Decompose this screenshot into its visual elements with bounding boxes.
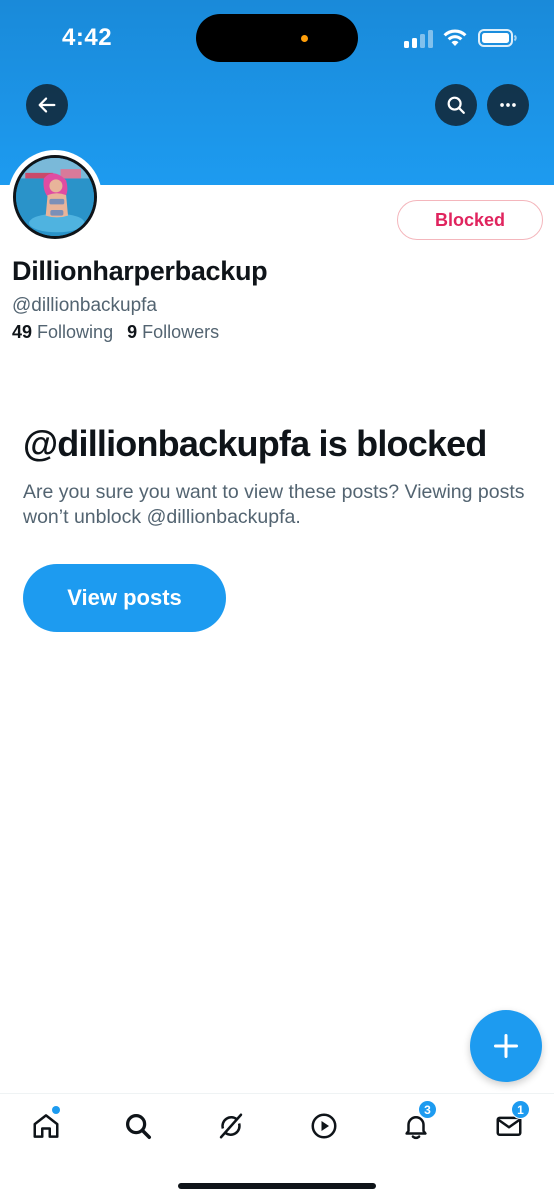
- home-notification-dot: [52, 1106, 60, 1114]
- home-indicator[interactable]: [178, 1183, 376, 1189]
- blocked-button[interactable]: Blocked: [397, 200, 543, 240]
- battery-icon: [478, 28, 518, 48]
- tab-home[interactable]: [26, 1106, 66, 1146]
- more-horizontal-icon: [500, 103, 516, 107]
- plus-icon: [493, 1033, 519, 1059]
- grok-icon: [219, 1113, 243, 1139]
- avatar[interactable]: [8, 150, 102, 244]
- following-link[interactable]: 49 Following: [12, 322, 113, 342]
- tab-video[interactable]: [304, 1106, 344, 1146]
- privacy-indicator-dot: [301, 35, 308, 42]
- tab-messages[interactable]: 1: [489, 1100, 530, 1146]
- followers-label: Followers: [142, 322, 220, 342]
- view-posts-button[interactable]: View posts: [23, 564, 226, 632]
- tab-grok[interactable]: [211, 1106, 251, 1146]
- more-options-button[interactable]: [487, 84, 529, 126]
- cellular-signal-icon: [404, 30, 434, 48]
- messages-badge: 1: [511, 1100, 530, 1119]
- following-count: 49: [12, 322, 33, 342]
- wifi-icon: [442, 26, 468, 48]
- blocked-title: @dillionbackupfa is blocked: [23, 423, 487, 464]
- arrow-left-icon: [38, 97, 56, 113]
- video-play-icon: [311, 1113, 337, 1139]
- followers-count: 9: [127, 322, 138, 342]
- status-time: 4:42: [62, 24, 113, 51]
- avatar-image: [13, 155, 97, 239]
- blocked-description: Are you sure you want to view these post…: [23, 481, 525, 528]
- profile-handle: @dillionbackupfa: [12, 295, 157, 316]
- followers-link[interactable]: 9 Followers: [127, 322, 219, 342]
- dynamic-island: [196, 14, 358, 62]
- compose-button[interactable]: [470, 1010, 542, 1082]
- tab-notifications[interactable]: 3: [396, 1100, 437, 1146]
- following-label: Following: [37, 322, 114, 342]
- follow-stats: 49 Following 9 Followers: [12, 322, 219, 343]
- search-icon: [447, 96, 465, 114]
- search-button[interactable]: [435, 84, 477, 126]
- tab-search[interactable]: [118, 1106, 158, 1146]
- home-icon: [33, 1114, 59, 1138]
- back-button[interactable]: [26, 84, 68, 126]
- search-icon: [125, 1113, 151, 1139]
- notifications-badge: 3: [418, 1100, 437, 1119]
- display-name: Dillionharperbackup: [12, 256, 268, 286]
